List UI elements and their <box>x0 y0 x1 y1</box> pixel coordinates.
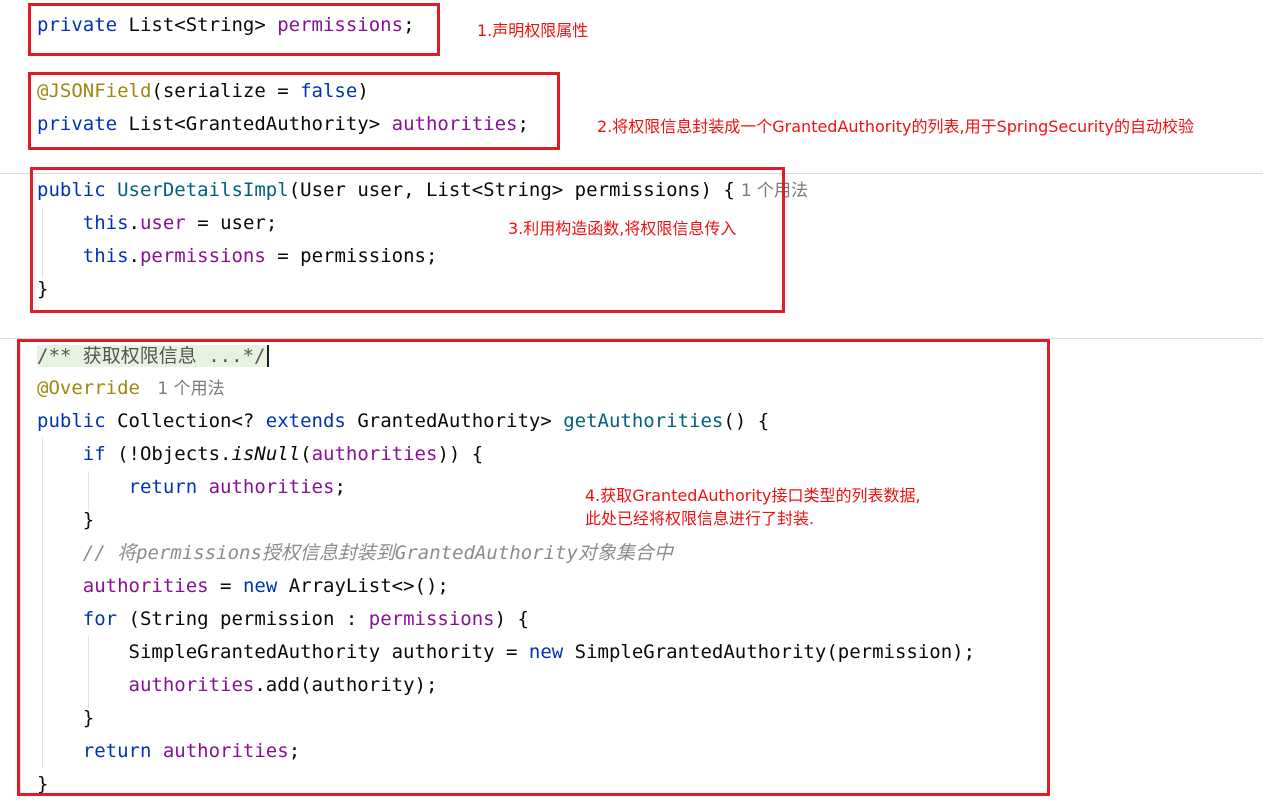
annotation-note-4-line-2: 此处已经将权限信息进行了封装. <box>585 509 815 528</box>
annotation-note-1: 1.声明权限属性 <box>477 21 589 40</box>
highlight-box-get-authorities <box>17 339 1050 796</box>
highlight-box-constructor <box>30 167 785 313</box>
annotation-note-2: 2.将权限信息封装成一个GrantedAuthority的列表,用于Spring… <box>597 117 1194 136</box>
highlight-box-permissions-field <box>28 3 440 56</box>
annotation-note-4-line-1: 4.获取GrantedAuthority接口类型的列表数据, <box>585 486 921 505</box>
annotation-note-3: 3.利用构造函数,将权限信息传入 <box>508 219 737 238</box>
highlight-box-authorities-field <box>28 72 560 150</box>
